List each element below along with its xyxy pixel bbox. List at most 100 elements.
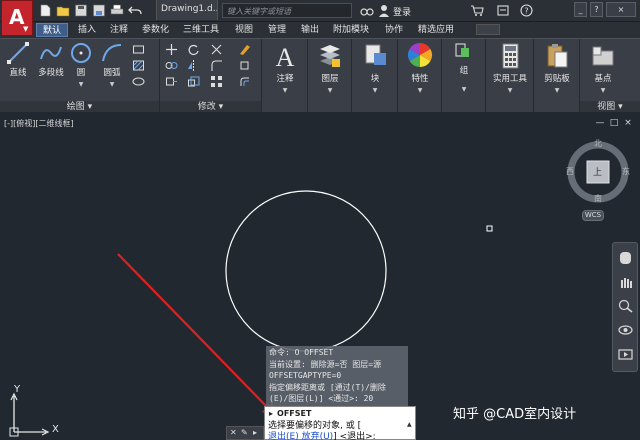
tab-annotate[interactable]: 注释 (110, 23, 128, 37)
help-button[interactable]: ? (590, 2, 603, 17)
block-icon (365, 44, 386, 65)
chevron-down-icon[interactable]: ▼ (446, 86, 482, 93)
fillet-icon[interactable] (210, 59, 223, 72)
rectangle-icon[interactable] (132, 43, 145, 56)
tab-addins[interactable]: 附加模块 (333, 23, 369, 37)
block-tool[interactable]: 块 ▼ (357, 41, 393, 94)
tab-parametric[interactable]: 参数化 (142, 23, 169, 37)
explode-icon[interactable] (238, 59, 251, 72)
compass-east[interactable]: 东 (622, 166, 630, 177)
login-link[interactable]: 登录 (393, 5, 411, 18)
compass-west[interactable]: 西 (566, 166, 574, 177)
copy-icon[interactable] (165, 59, 178, 72)
orbit-icon[interactable] (617, 323, 634, 337)
print-icon[interactable] (110, 4, 124, 17)
binoculars-icon[interactable] (360, 4, 374, 17)
clipboard-tool[interactable]: 剪贴板 ▼ (537, 41, 577, 94)
offset-prompt-popup[interactable]: ▸ OFFSET 选择要偏移的对象, 或 [ 退出(E) 放弃(U)] <退出>:… (264, 406, 416, 440)
save-icon[interactable] (74, 4, 88, 17)
compass-north[interactable]: 北 (594, 138, 602, 149)
stretch-icon[interactable] (165, 75, 178, 88)
chevron-down-icon[interactable]: ▼ (357, 87, 393, 94)
scale-icon[interactable] (187, 75, 200, 88)
tab-3d-tools[interactable]: 三维工具 (183, 23, 219, 37)
ucs-x-label: X (52, 424, 59, 435)
search-input[interactable]: 键入关键字或短语 (222, 3, 352, 18)
showmotion-icon[interactable] (617, 347, 634, 361)
ribbon: 直线 多段线 圆 ▼ 圆弧 ▼ 绘图 ▾ 修改 ▾ A 注释 ▼ 图层 ▼ 块 … (0, 38, 640, 113)
group-icon (455, 43, 469, 57)
help-icon[interactable]: ? (520, 4, 533, 17)
erase-icon[interactable] (238, 43, 251, 56)
annotation-tool[interactable]: A 注释 ▼ (267, 41, 303, 94)
minimize-button[interactable]: _ (574, 2, 587, 17)
document-title-tab[interactable]: Drawing1.d... (156, 0, 218, 20)
view-panel: 基点 ▼ 视图 ▾ (580, 39, 640, 113)
move-icon[interactable] (165, 43, 178, 56)
hatch-icon[interactable] (132, 59, 145, 72)
tab-collaborate[interactable]: 协作 (385, 23, 403, 37)
new-file-icon[interactable] (38, 4, 52, 17)
chevron-down-icon[interactable]: ▼ (402, 87, 438, 94)
cart-icon[interactable] (470, 4, 484, 17)
steering-wheel-icon[interactable] (617, 251, 634, 265)
line-tool[interactable]: 直线 (4, 41, 32, 78)
ribbon-minimize-toggle[interactable] (476, 24, 500, 35)
undo-icon[interactable] (128, 4, 142, 17)
chevron-down-icon[interactable]: ▼ (68, 81, 94, 88)
base-tool[interactable]: 基点 ▼ (584, 41, 622, 94)
svg-text:?: ? (524, 7, 528, 16)
drawn-circle[interactable] (225, 190, 387, 352)
open-folder-icon[interactable] (56, 4, 70, 17)
draw-panel: 直线 多段线 圆 ▼ 圆弧 ▼ 绘图 ▾ (0, 39, 160, 113)
popup-scrollbar[interactable]: ▲ (407, 421, 413, 439)
close-button[interactable]: × (606, 2, 636, 17)
tab-manage[interactable]: 管理 (268, 23, 286, 37)
mirror-icon[interactable] (187, 59, 200, 72)
base-point-icon (592, 46, 614, 66)
user-icon[interactable] (378, 4, 390, 17)
layers-tool[interactable]: 图层 ▼ (312, 41, 348, 94)
viewcube-top-face[interactable]: 上 (593, 165, 602, 178)
rotate-icon[interactable] (187, 43, 200, 56)
color-wheel-icon (407, 42, 433, 67)
compass-south[interactable]: 南 (594, 193, 602, 204)
array-icon[interactable] (210, 75, 223, 88)
save-as-icon[interactable] (92, 4, 106, 17)
tab-insert[interactable]: 插入 (78, 23, 96, 37)
watermark-text: 知乎 @CAD室内设计 (453, 407, 577, 422)
chevron-down-icon[interactable]: ▼ (488, 87, 532, 94)
chevron-down-icon[interactable]: ▼ (584, 87, 622, 94)
history-line: OFFSETGAPTYPE=0 (269, 371, 342, 380)
utilities-tool[interactable]: 实用工具 ▼ (488, 41, 532, 94)
polyline-tool[interactable]: 多段线 (34, 41, 68, 78)
exchange-icon[interactable] (496, 4, 510, 17)
chevron-down-icon: ▼ (23, 25, 29, 33)
group-tool[interactable]: 组 ▼ (446, 41, 482, 93)
close-icon[interactable]: ✕ (230, 428, 237, 437)
option-undo[interactable]: 放弃(U) (299, 432, 334, 440)
circle-tool[interactable]: 圆 ▼ (68, 41, 94, 88)
wcs-menu[interactable]: WCS (582, 210, 604, 221)
viewcube[interactable]: 北 南 东 西 上 (566, 138, 630, 204)
tab-output[interactable]: 输出 (301, 23, 319, 37)
arc-tool[interactable]: 圆弧 ▼ (98, 41, 126, 88)
pan-hand-icon[interactable] (617, 275, 634, 289)
command-line[interactable]: ✕ ✎ ▸ (226, 426, 264, 440)
tab-view[interactable]: 视图 (235, 23, 253, 37)
tab-featured-apps[interactable]: 精选应用 (418, 23, 454, 37)
offset-icon[interactable] (238, 75, 251, 88)
chevron-down-icon[interactable]: ▼ (312, 87, 348, 94)
application-menu-button[interactable]: A ▼ (1, 0, 33, 36)
ellipse-icon[interactable] (132, 75, 145, 88)
option-exit[interactable]: 退出(E) (268, 432, 299, 440)
properties-tool[interactable]: 特性 ▼ (402, 41, 438, 94)
chevron-down-icon[interactable]: ▼ (537, 87, 577, 94)
chevron-down-icon[interactable]: ▼ (267, 87, 303, 94)
command-recent-icon[interactable]: ▸ (253, 428, 257, 437)
wrench-icon[interactable]: ✎ (241, 428, 248, 437)
chevron-down-icon[interactable]: ▼ (98, 81, 126, 88)
zoom-extents-icon[interactable] (617, 299, 634, 313)
tab-default[interactable]: 默认 (36, 23, 69, 37)
trim-icon[interactable] (210, 43, 223, 56)
